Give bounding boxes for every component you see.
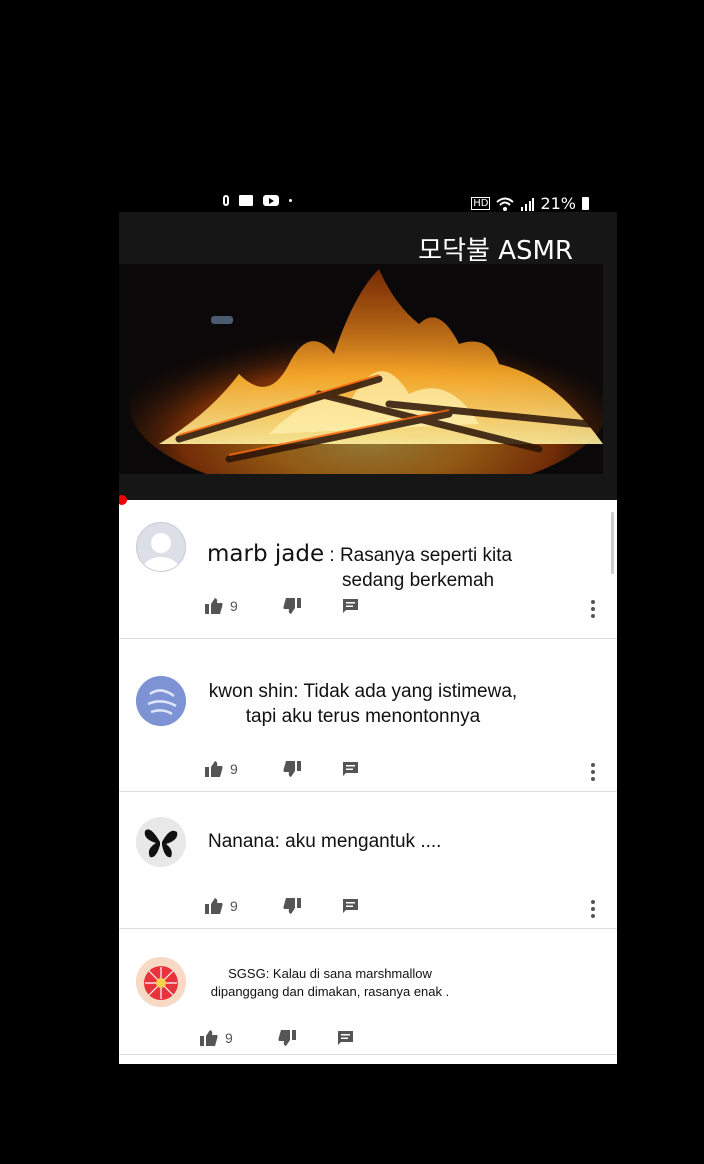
avatar[interactable]: [136, 817, 186, 867]
avatar[interactable]: [136, 957, 186, 1007]
microphone-icon: [223, 195, 229, 206]
battery-percent: 21%: [540, 194, 576, 213]
wifi-icon: [496, 197, 515, 211]
thumbs-down-icon: [283, 898, 301, 914]
comment-line2: tapi aku terus menontonnya: [245, 706, 481, 727]
thumbs-down-icon: [283, 598, 301, 614]
like-count: 9: [230, 598, 238, 614]
more-options-button[interactable]: [591, 900, 595, 921]
reply-button[interactable]: [342, 898, 359, 914]
default-avatar-icon: [143, 533, 179, 571]
comment-line2: dipanggang dan dimakan, rasanya enak .: [210, 984, 450, 999]
reply-button[interactable]: [342, 761, 359, 777]
comment-line1: Kalau di sana marshmallow: [272, 966, 432, 981]
status-bar: HD 21%: [119, 192, 617, 214]
reply-button[interactable]: [337, 1030, 354, 1046]
comment-actions: 9: [119, 898, 617, 922]
comment-line1: Rasanya seperti kita: [339, 545, 513, 566]
video-title: 모닥불 ASMR: [418, 236, 573, 266]
notification-icons: [223, 195, 292, 206]
gallery-icon: [239, 195, 253, 206]
comment-text: kwon shin: Tidak ada yang istimewa, tapi…: [203, 679, 523, 729]
comment-author: marb jade: [207, 541, 325, 567]
hd-icon: HD: [471, 197, 491, 210]
like-count: 9: [230, 898, 238, 914]
dislike-button[interactable]: [283, 761, 301, 777]
thumbs-down-icon: [283, 761, 301, 777]
like-button[interactable]: 9: [205, 598, 238, 614]
comment-item: Nanana: aku mengantuk .... 9: [119, 792, 617, 929]
butterfly-icon: [136, 817, 186, 867]
youtube-icon: [263, 195, 279, 206]
thumbs-up-icon: [205, 598, 223, 614]
comment-separator: :: [265, 966, 273, 981]
comment-author: kwon shin: [208, 681, 294, 702]
comment-actions: 9: [119, 761, 617, 785]
like-count: 9: [225, 1030, 233, 1046]
thumbs-up-icon: [200, 1030, 218, 1046]
comment-line1: Tidak ada yang istimewa,: [303, 681, 518, 702]
like-button[interactable]: 9: [200, 1030, 233, 1046]
like-count: 9: [230, 761, 238, 777]
video-player[interactable]: 모닥불 ASMR: [119, 212, 617, 505]
comment-item: SGSG: Kalau di sana marshmallow dipangga…: [119, 929, 617, 1055]
more-options-button[interactable]: [591, 600, 595, 621]
signal-icon: [521, 197, 535, 211]
comment-actions: 9: [119, 598, 617, 622]
comment-text: Nanana: aku mengantuk ....: [208, 829, 528, 854]
like-button[interactable]: 9: [205, 761, 238, 777]
comment-item: kwon shin: Tidak ada yang istimewa, tapi…: [119, 639, 617, 792]
reply-icon: [343, 899, 358, 913]
avatar[interactable]: [136, 676, 186, 726]
comment-separator: :: [293, 681, 304, 702]
thumbs-down-icon: [278, 1030, 296, 1046]
thumbs-up-icon: [205, 761, 223, 777]
more-options-button[interactable]: [591, 763, 595, 784]
reply-icon: [343, 762, 358, 776]
dislike-button[interactable]: [283, 598, 301, 614]
dislike-button[interactable]: [283, 898, 301, 914]
comment-separator: :: [324, 545, 340, 566]
dislike-button[interactable]: [278, 1030, 296, 1046]
comment-item: marb jade : Rasanya seperti kita sedang …: [119, 500, 617, 639]
more-notifications-icon: [289, 199, 292, 202]
comment-text: SGSG: Kalau di sana marshmallow dipangga…: [199, 965, 461, 1001]
thumbs-up-icon: [205, 898, 223, 914]
avatar[interactable]: [136, 522, 186, 572]
system-icons: HD 21%: [471, 194, 589, 213]
reply-button[interactable]: [342, 598, 359, 614]
app-screen: 모닥불 ASMR marb jade: Rasanya seperti kit…: [119, 212, 617, 1064]
battery-icon: [582, 197, 589, 210]
comment-author: Nanana: [208, 831, 275, 852]
comment-author: SGSG: [228, 966, 266, 981]
avatar-image: [136, 676, 186, 726]
comment-line2: sedang berkemah: [342, 570, 495, 591]
reply-icon: [338, 1031, 353, 1045]
reply-icon: [343, 599, 358, 613]
comment-line1: aku mengantuk ....: [285, 831, 442, 852]
like-button[interactable]: 9: [205, 898, 238, 914]
comment-text: marb jade : Rasanya seperti kita sedang …: [207, 542, 607, 593]
flower-avatar-image: [136, 957, 186, 1007]
comment-separator: :: [274, 831, 286, 852]
campfire-image: [119, 264, 603, 474]
comment-actions: 9: [119, 1030, 617, 1054]
